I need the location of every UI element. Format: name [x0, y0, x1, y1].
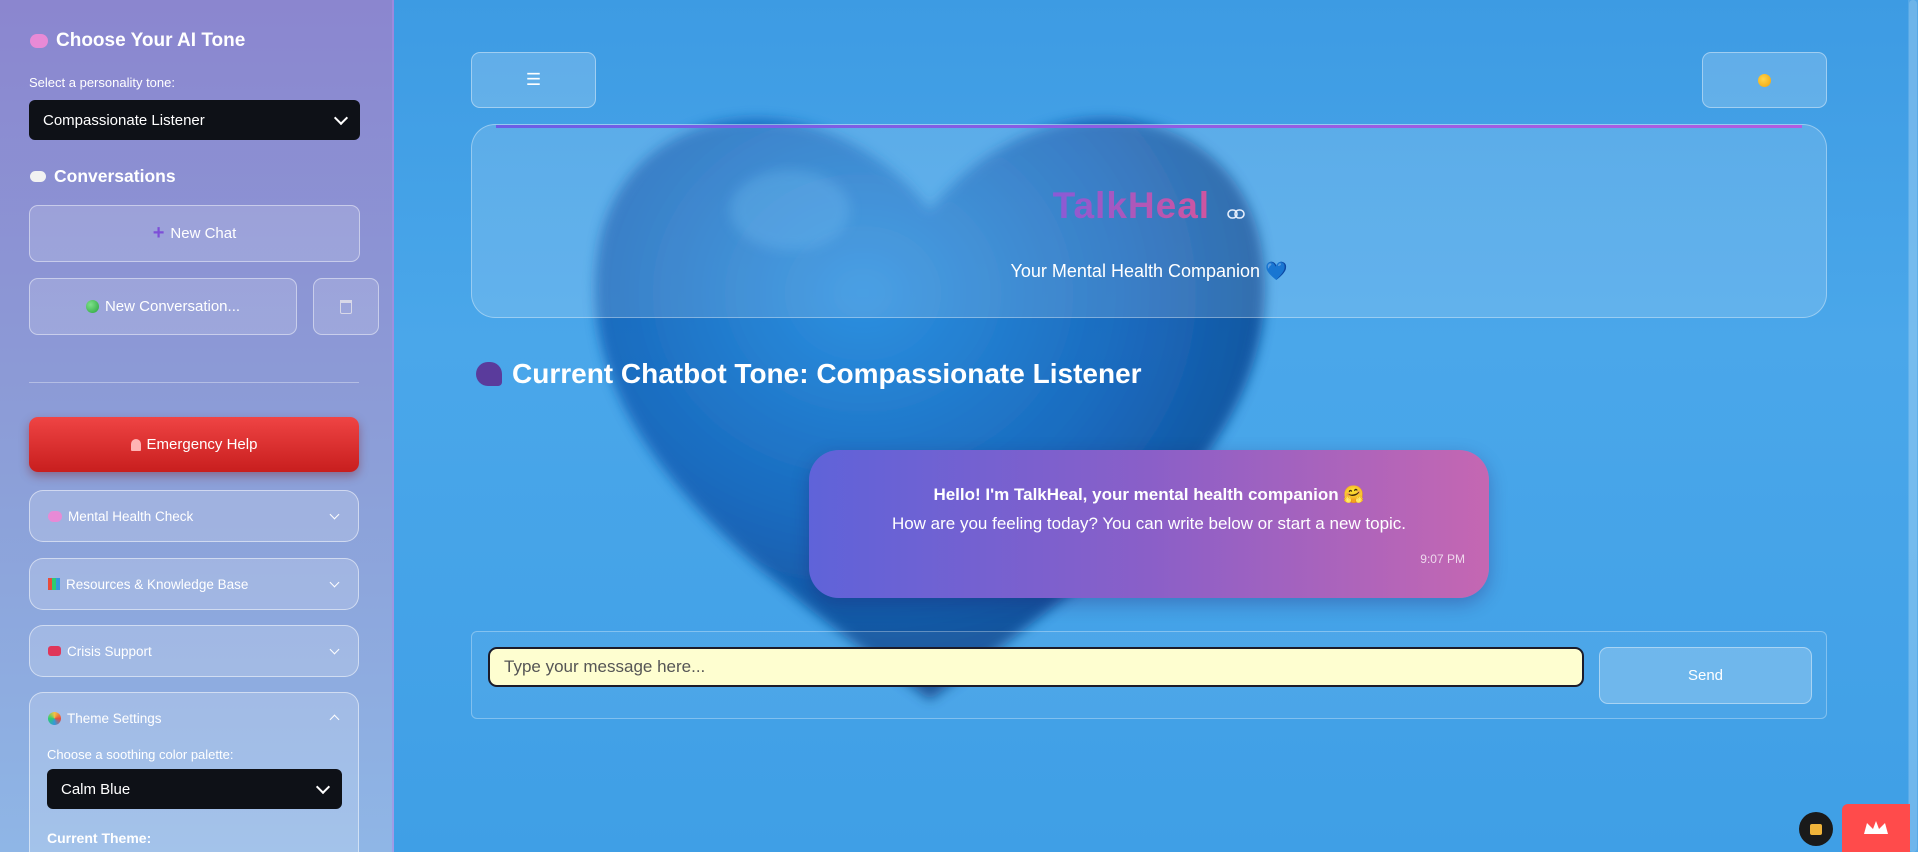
- books-icon: [48, 578, 60, 590]
- delete-conversation-button[interactable]: [313, 278, 379, 335]
- conversations-title: Conversations: [30, 166, 176, 187]
- brain-icon: [30, 34, 48, 48]
- green-circle-icon: [85, 300, 99, 313]
- crown-icon: [1864, 821, 1888, 834]
- theme-select-value: Calm Blue: [61, 780, 131, 798]
- brain-icon: [48, 510, 62, 522]
- sun-icon: [1758, 73, 1771, 87]
- trash-icon: [340, 299, 352, 314]
- speech-bubble-icon: [30, 171, 46, 182]
- tone-select-label: Select a personality tone:: [29, 75, 175, 90]
- siren-icon: [130, 438, 141, 451]
- chevron-down-icon: [329, 577, 340, 588]
- app-title: TalkHeal: [472, 185, 1826, 229]
- chevron-down-icon: [315, 779, 331, 795]
- chevron-down-icon: [333, 110, 349, 126]
- bot-message-line2: How are you feeling today? You can write…: [891, 514, 1407, 533]
- header-card: TalkHeal Your Mental Health Companion 💙: [471, 124, 1827, 318]
- sidebar-divider: [29, 382, 359, 383]
- tone-heading: Current Chatbot Tone: Compassionate List…: [476, 358, 1142, 390]
- theme-select[interactable]: Calm Blue: [47, 769, 342, 809]
- message-input-panel: Send: [471, 631, 1827, 719]
- expander-resources[interactable]: Resources & Knowledge Base: [29, 558, 359, 610]
- new-chat-button[interactable]: + New Chat: [29, 205, 360, 262]
- plus-icon: +: [152, 222, 165, 244]
- theme-palette-label: Choose a soothing color palette:: [47, 747, 234, 762]
- send-button[interactable]: Send: [1599, 647, 1812, 704]
- header-accent-line: [496, 125, 1802, 128]
- speaking-head-icon: [476, 362, 502, 386]
- bot-message-line1: Hello! I'm TalkHeal, your mental health …: [933, 485, 1365, 504]
- theme-toggle-button[interactable]: [1702, 52, 1827, 108]
- tone-section-title: Choose Your AI Tone: [30, 30, 245, 52]
- message-input[interactable]: [488, 647, 1584, 687]
- hamburger-icon: ☰: [525, 70, 542, 89]
- current-theme-label: Current Theme:: [47, 830, 152, 846]
- expander-crisis-support[interactable]: Crisis Support: [29, 625, 359, 677]
- palette-icon: [48, 711, 61, 725]
- tone-select-value: Compassionate Listener: [43, 111, 205, 129]
- menu-toggle-button[interactable]: ☰: [471, 52, 596, 108]
- phone-icon: [48, 646, 61, 656]
- expander-theme-settings[interactable]: Theme Settings Choose a soothing color p…: [29, 692, 359, 852]
- chevron-down-icon: [329, 509, 340, 520]
- link-icon[interactable]: [1227, 187, 1246, 229]
- avatar[interactable]: [1799, 812, 1833, 846]
- page-scrollbar[interactable]: [1908, 0, 1918, 852]
- message-timestamp: 9:07 PM: [1420, 552, 1465, 566]
- sidebar: Choose Your AI Tone Select a personality…: [0, 0, 394, 852]
- streamlit-badge[interactable]: [1842, 804, 1910, 852]
- bot-message-bubble: Hello! I'm TalkHeal, your mental health …: [809, 450, 1489, 598]
- chevron-down-icon: [329, 644, 340, 655]
- emergency-help-button[interactable]: Emergency Help: [29, 417, 359, 472]
- new-conversation-button[interactable]: New Conversation...: [29, 278, 297, 335]
- expander-mental-health-check[interactable]: Mental Health Check: [29, 490, 359, 542]
- scrollbar-thumb[interactable]: [1909, 0, 1917, 852]
- tone-select[interactable]: Compassionate Listener: [29, 100, 360, 140]
- lock-icon: [1810, 823, 1822, 835]
- chevron-up-icon: [329, 714, 340, 725]
- app-subtitle: Your Mental Health Companion 💙: [1010, 261, 1288, 281]
